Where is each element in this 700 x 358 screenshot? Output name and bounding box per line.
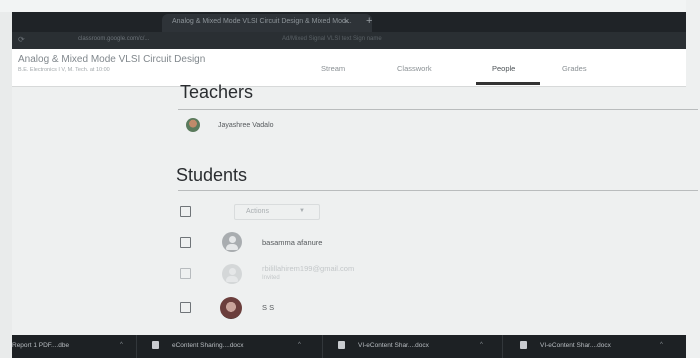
taskbar-item[interactable]: eContent Sharing....docx	[172, 342, 244, 349]
taskbar-item[interactable]: VI-eContent Shar....docx	[540, 342, 611, 349]
taskbar-separator	[502, 335, 503, 358]
students-heading: Students	[176, 165, 248, 185]
classroom-header: Analog & Mixed Mode VLSI Circuit Design …	[12, 49, 686, 87]
chevron-up-icon[interactable]: ^	[660, 342, 663, 348]
photo-frame-right	[686, 0, 700, 358]
chevron-up-icon[interactable]: ^	[480, 342, 483, 348]
teachers-heading: Teachers	[180, 82, 254, 102]
address-bar: ⟳ classroom.google.com/c/... Ad/Mixed Si…	[12, 32, 686, 49]
photo-frame-top	[0, 0, 700, 12]
student-name[interactable]: basamma afanure	[262, 238, 322, 247]
word-icon	[520, 341, 527, 349]
teachers-divider	[178, 109, 698, 110]
taskbar-item[interactable]: VI-eContent Shar....docx	[358, 342, 429, 349]
class-section: B.E. Electronics I V, M. Tech. at 10:00	[18, 67, 110, 73]
chevron-up-icon[interactable]: ^	[298, 342, 301, 348]
avatar	[222, 264, 242, 284]
actions-label: Actions	[246, 208, 269, 215]
actions-dropdown[interactable]: Actions ▼	[234, 204, 320, 220]
tab-classwork[interactable]: Classwork	[397, 64, 432, 73]
invited-status: Invited	[262, 275, 280, 281]
invited-student-email[interactable]: rbilillahirem199@gmail.com	[262, 264, 354, 273]
new-tab-icon[interactable]: +	[366, 15, 372, 27]
class-title[interactable]: Analog & Mixed Mode VLSI Circuit Design	[18, 54, 205, 65]
avatar	[186, 118, 200, 132]
student-name[interactable]: S S	[262, 303, 274, 312]
taskbar: Report 1 PDF....dbe ^ eContent Sharing..…	[12, 335, 686, 358]
people-page: Teachers Jayashree Vadalo Students Actio…	[12, 82, 698, 335]
chevron-up-icon[interactable]: ^	[120, 342, 123, 348]
close-icon[interactable]: ×	[344, 16, 349, 26]
student-checkbox[interactable]	[180, 237, 191, 248]
address-suggestion: Ad/Mixed Signal VLSI text Sign name	[282, 36, 382, 42]
browser-tab[interactable]: Analog & Mixed Mode VLSI Circuit Design …	[162, 14, 372, 32]
browser-tab-title: Analog & Mixed Mode VLSI Circuit Design …	[172, 18, 352, 25]
browser-tab-strip: Analog & Mixed Mode VLSI Circuit Design …	[12, 12, 686, 32]
word-icon	[338, 341, 345, 349]
address-input[interactable]: classroom.google.com/c/...	[78, 36, 149, 42]
reload-icon[interactable]: ⟳	[18, 35, 31, 44]
chevron-down-icon: ▼	[299, 208, 305, 214]
tab-grades[interactable]: Grades	[562, 64, 587, 73]
select-all-checkbox[interactable]	[180, 206, 191, 217]
taskbar-item[interactable]: Report 1 PDF....dbe	[12, 342, 69, 349]
word-icon	[152, 341, 159, 349]
taskbar-separator	[322, 335, 323, 358]
active-tab-indicator	[476, 82, 540, 85]
student-checkbox[interactable]	[180, 268, 191, 279]
students-divider	[178, 190, 698, 191]
student-checkbox[interactable]	[180, 302, 191, 313]
tab-people[interactable]: People	[492, 64, 515, 73]
avatar	[222, 232, 242, 252]
teacher-name: Jayashree Vadalo	[218, 122, 274, 129]
taskbar-separator	[136, 335, 137, 358]
tab-stream[interactable]: Stream	[321, 64, 345, 73]
avatar	[220, 297, 242, 319]
